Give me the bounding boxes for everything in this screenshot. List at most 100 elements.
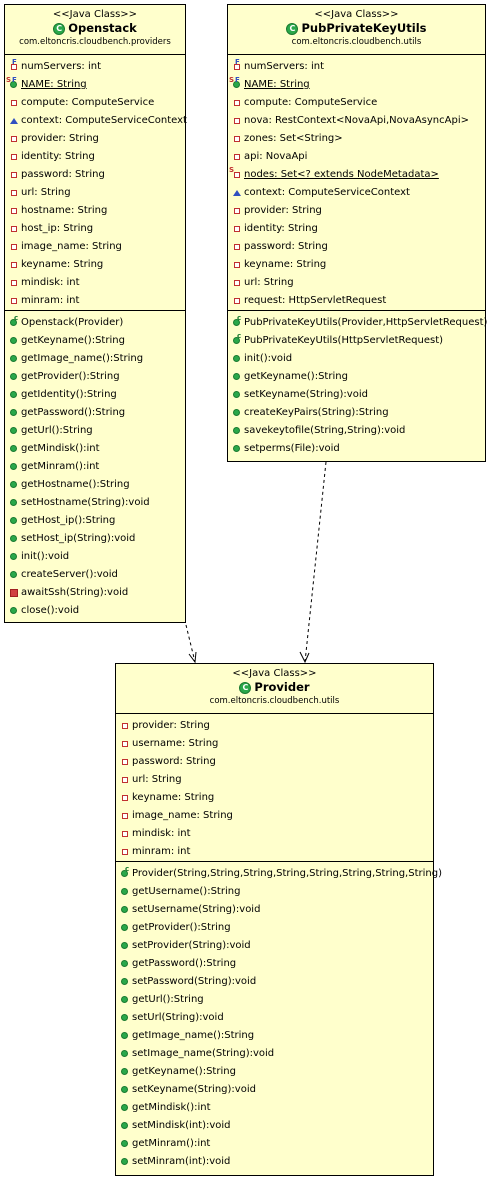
- field-row[interactable]: context: ComputeServiceContext: [228, 184, 485, 202]
- method-row[interactable]: setHostname(String):void: [5, 494, 185, 512]
- method-row[interactable]: init():void: [5, 548, 185, 566]
- field-row[interactable]: url: String: [228, 274, 485, 292]
- method-row[interactable]: setMindisk(int):void: [116, 1117, 433, 1135]
- method-row[interactable]: c Openstack(Provider): [5, 314, 185, 332]
- field-text: compute: ComputeService: [21, 97, 155, 108]
- method-row[interactable]: setPassword(String):void: [116, 973, 433, 991]
- public-method-icon: [116, 1027, 132, 1045]
- method-row[interactable]: setHost_ip(String):void: [5, 530, 185, 548]
- method-row[interactable]: getProvider():String: [116, 919, 433, 937]
- field-row[interactable]: request: HttpServletRequest: [228, 292, 485, 310]
- method-row[interactable]: getMinram():int: [5, 458, 185, 476]
- field-text: password: String: [244, 241, 328, 252]
- method-row[interactable]: setMinram(int):void: [116, 1153, 433, 1171]
- field-row[interactable]: hostname: String: [5, 202, 185, 220]
- field-row[interactable]: mindisk: int: [116, 825, 433, 843]
- field-row[interactable]: mindisk: int: [5, 274, 185, 292]
- field-row[interactable]: Snodes: Set<? extends NodeMetadata>: [228, 166, 485, 184]
- field-row[interactable]: password: String: [5, 166, 185, 184]
- class-pubprivatekeyutils[interactable]: <<Java Class>> C PubPrivateKeyUtils com.elt…: [227, 4, 487, 462]
- field-row[interactable]: image_name: String: [5, 238, 185, 256]
- field-row[interactable]: keyname: String: [5, 256, 185, 274]
- field-row[interactable]: nova: RestContext<NovaApi,NovaAsyncApi>: [228, 112, 485, 130]
- field-row[interactable]: provider: String: [228, 202, 485, 220]
- class-header: <<Java Class>> C Provider com.eltoncris.clo…: [116, 664, 433, 714]
- method-row[interactable]: setProvider(String):void: [116, 937, 433, 955]
- public-method-icon: [116, 1135, 132, 1153]
- field-row[interactable]: identity: String: [5, 148, 185, 166]
- public-method-icon: [5, 404, 21, 422]
- method-row[interactable]: setperms(File):void: [228, 440, 485, 458]
- field-row[interactable]: compute: ComputeService: [5, 94, 185, 112]
- field-row[interactable]: zones: Set<String>: [228, 130, 485, 148]
- field-row[interactable]: context: ComputeServiceContext: [5, 112, 187, 130]
- class-openstack[interactable]: <<Java Class>> C Openstack com.eltoncris.cl…: [4, 4, 187, 623]
- field-row[interactable]: provider: String: [116, 717, 433, 735]
- method-row[interactable]: getKeyname():String: [5, 332, 185, 350]
- field-row[interactable]: provider: String: [5, 130, 185, 148]
- method-row[interactable]: awaitSsh(String):void: [5, 584, 185, 602]
- field-row[interactable]: keyname: String: [228, 256, 485, 274]
- field-row[interactable]: S F NAME: String: [228, 76, 485, 94]
- method-row[interactable]: getHostname():String: [5, 476, 185, 494]
- field-row[interactable]: image_name: String: [116, 807, 433, 825]
- method-row[interactable]: getMinram():int: [116, 1135, 433, 1153]
- method-text: setPassword(String):void: [132, 976, 257, 987]
- method-row[interactable]: getPassword():String: [5, 404, 185, 422]
- public-method-icon: [5, 530, 21, 548]
- private-field-icon: [5, 220, 21, 238]
- field-row[interactable]: api: NovaApi: [228, 148, 485, 166]
- method-row[interactable]: close():void: [5, 602, 185, 620]
- method-row[interactable]: getHost_ip():String: [5, 512, 185, 530]
- private-field-icon: [228, 130, 244, 148]
- field-row[interactable]: identity: String: [228, 220, 485, 238]
- method-row[interactable]: init():void: [228, 350, 485, 368]
- method-row[interactable]: getMindisk():int: [5, 440, 185, 458]
- field-row[interactable]: minram: int: [116, 843, 433, 861]
- private-field-icon: [116, 735, 132, 753]
- field-row[interactable]: FnumServers: int: [5, 58, 185, 76]
- method-row[interactable]: getProvider():String: [5, 368, 185, 386]
- method-row[interactable]: getImage_name():String: [116, 1027, 433, 1045]
- method-row[interactable]: getMindisk():int: [116, 1099, 433, 1117]
- field-row[interactable]: username: String: [116, 735, 433, 753]
- field-row[interactable]: minram: int: [5, 292, 185, 310]
- method-row[interactable]: setImage_name(String):void: [116, 1045, 433, 1063]
- method-row[interactable]: createServer():void: [5, 566, 185, 584]
- field-row[interactable]: host_ip: String: [5, 220, 185, 238]
- field-row[interactable]: password: String: [116, 753, 433, 771]
- method-row[interactable]: getUrl():String: [5, 422, 185, 440]
- class-name: PubPrivateKeyUtils: [301, 21, 427, 35]
- method-row[interactable]: setUsername(String):void: [116, 901, 433, 919]
- field-row[interactable]: url: String: [116, 771, 433, 789]
- field-row[interactable]: url: String: [5, 184, 185, 202]
- public-method-icon: [228, 440, 244, 458]
- method-text: createKeyPairs(String):String: [244, 407, 389, 418]
- class-package: com.eltoncris.cloudbench.utils: [209, 696, 340, 706]
- method-row[interactable]: setKeyname(String):void: [228, 386, 485, 404]
- method-row[interactable]: c PubPrivateKeyUtils(Provider,HttpServlet…: [228, 314, 487, 332]
- public-method-icon: [5, 512, 21, 530]
- public-method-icon: [116, 1045, 132, 1063]
- field-row[interactable]: compute: ComputeService: [228, 94, 485, 112]
- field-row[interactable]: S F NAME: String: [5, 76, 185, 94]
- method-row[interactable]: getPassword():String: [116, 955, 433, 973]
- field-text: identity: String: [244, 223, 318, 234]
- method-row[interactable]: setKeyname(String):void: [116, 1081, 433, 1099]
- field-row[interactable]: keyname: String: [116, 789, 433, 807]
- method-row[interactable]: setUrl(String):void: [116, 1009, 433, 1027]
- method-row[interactable]: c PubPrivateKeyUtils(HttpServletRequest): [228, 332, 485, 350]
- class-provider[interactable]: <<Java Class>> C Provider com.eltoncris.clo…: [115, 663, 442, 1176]
- method-row[interactable]: savekeytofile(String,String):void: [228, 422, 485, 440]
- method-row[interactable]: getKeyname():String: [228, 368, 485, 386]
- method-row[interactable]: getUrl():String: [116, 991, 433, 1009]
- method-row[interactable]: getIdentity():String: [5, 386, 185, 404]
- field-row[interactable]: FnumServers: int: [228, 58, 485, 76]
- field-row[interactable]: password: String: [228, 238, 485, 256]
- method-row[interactable]: createKeyPairs(String):String: [228, 404, 485, 422]
- method-row[interactable]: getImage_name():String: [5, 350, 185, 368]
- fields-section: provider: String username: String password…: [116, 714, 433, 862]
- method-row[interactable]: c Provider(String,String,String,String,St…: [116, 865, 442, 883]
- method-row[interactable]: getKeyname():String: [116, 1063, 433, 1081]
- method-row[interactable]: getUsername():String: [116, 883, 433, 901]
